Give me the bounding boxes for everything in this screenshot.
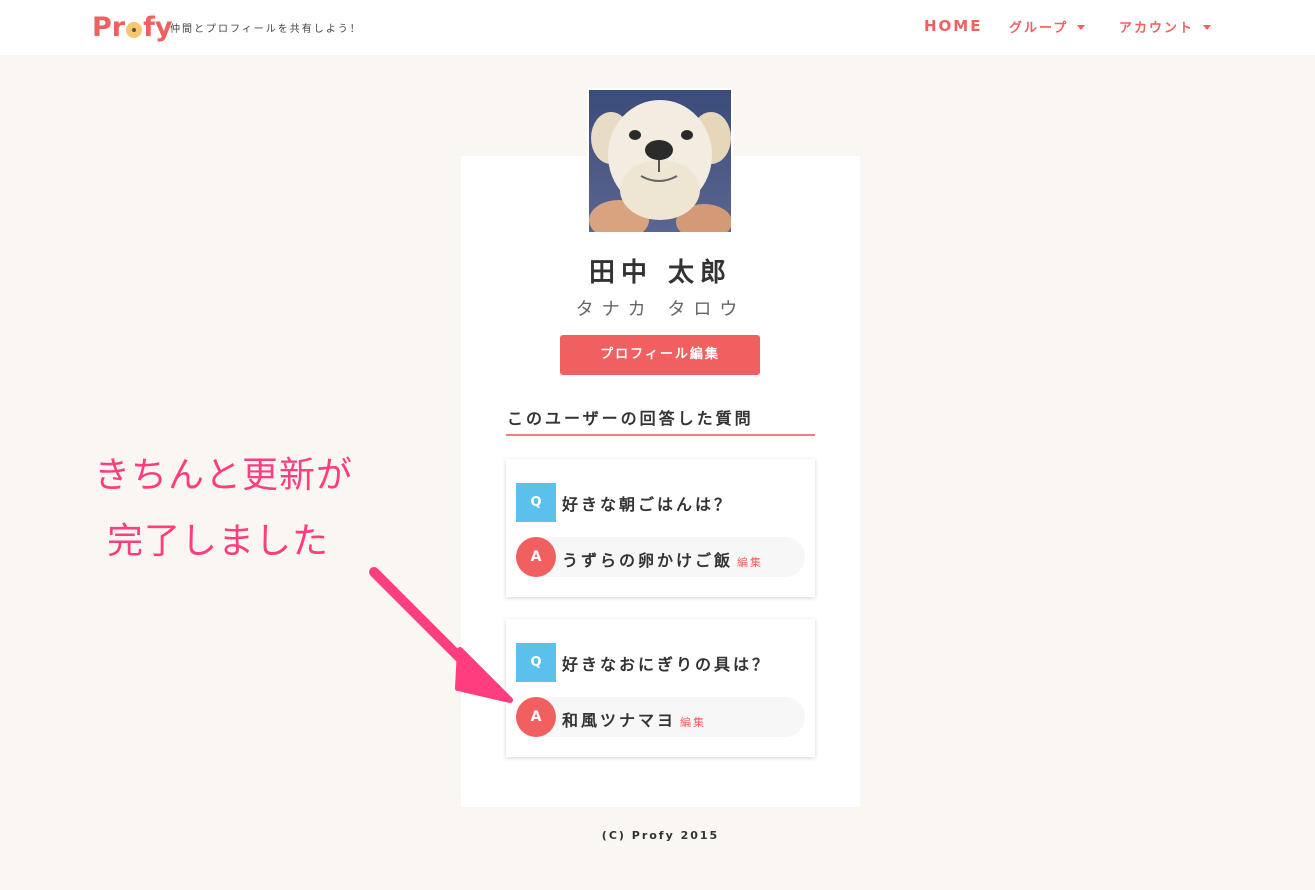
answer-text-wrap: うずらの卵かけご飯 編集 bbox=[562, 547, 763, 571]
qa-card: Q 好きな朝ごはんは？ A うずらの卵かけご飯 編集 bbox=[506, 459, 815, 597]
answered-questions-heading: このユーザーの回答した質問 bbox=[507, 409, 754, 428]
edit-answer-link[interactable]: 編集 bbox=[737, 556, 763, 569]
answer-text: 和風ツナマヨ bbox=[562, 711, 677, 730]
answer-row: A うずらの卵かけご飯 編集 bbox=[516, 537, 805, 577]
answer-badge: A bbox=[516, 537, 556, 577]
site-tagline: 仲間とプロフィールを共有しよう！ bbox=[170, 24, 362, 35]
nav-group-dropdown[interactable]: グループ bbox=[1009, 17, 1086, 36]
question-badge: Q bbox=[516, 643, 556, 682]
top-navbar: Pr fy 仲間とプロフィールを共有しよう！ HOME グループ アカウント bbox=[0, 0, 1315, 55]
nav-group-label: グループ bbox=[1009, 21, 1069, 36]
footer-copyright: (C) Profy 2015 bbox=[601, 829, 720, 842]
annotation-text-line1: きちんと更新が bbox=[94, 455, 354, 496]
annotation-text-line2: 完了しました bbox=[107, 521, 330, 562]
user-name-kana: タナカ タロウ bbox=[575, 299, 746, 320]
answer-text: うずらの卵かけご飯 bbox=[562, 551, 734, 570]
nav-account-label: アカウント bbox=[1119, 21, 1195, 36]
user-name: 田中 太郎 bbox=[588, 258, 733, 288]
answer-badge: A bbox=[516, 697, 556, 737]
heading-underline bbox=[506, 434, 815, 436]
answer-row: A 和風ツナマヨ 編集 bbox=[516, 697, 805, 737]
nav-account-dropdown[interactable]: アカウント bbox=[1119, 17, 1212, 36]
avatar bbox=[587, 88, 733, 234]
qa-card: Q 好きなおにぎりの具は？ A 和風ツナマヨ 編集 bbox=[506, 619, 815, 757]
edit-answer-link[interactable]: 編集 bbox=[680, 716, 706, 729]
edit-profile-button[interactable]: プロフィール編集 bbox=[560, 335, 760, 375]
answer-text-wrap: 和風ツナマヨ 編集 bbox=[562, 707, 706, 731]
question-badge: Q bbox=[516, 483, 556, 522]
puppy-photo bbox=[589, 90, 731, 232]
nav-home-link[interactable]: HOME bbox=[924, 17, 982, 35]
caret-down-icon bbox=[1203, 25, 1212, 30]
question-text: 好きなおにぎりの具は？ bbox=[562, 655, 772, 674]
caret-down-icon bbox=[1077, 25, 1086, 30]
question-text: 好きな朝ごはんは？ bbox=[562, 495, 734, 514]
profy-logo[interactable]: Pr fy bbox=[92, 10, 172, 44]
annotation-arrow-icon bbox=[369, 567, 513, 703]
